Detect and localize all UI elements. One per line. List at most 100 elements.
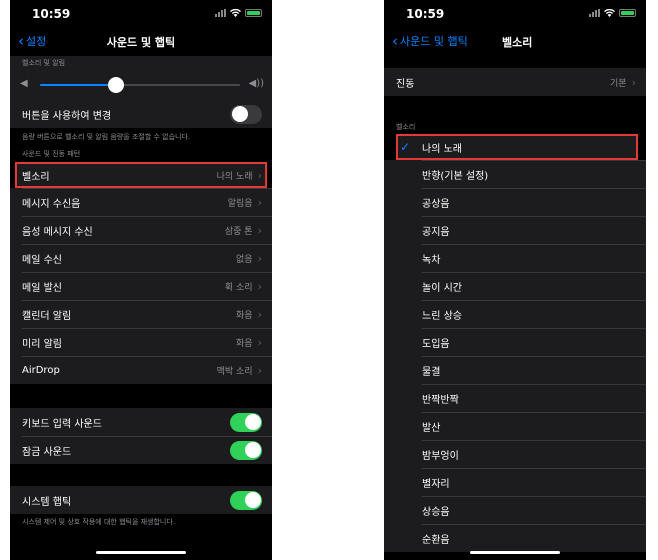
pattern-row-airdrop[interactable]: AirDrop 맥박 소리 › [10,356,272,384]
ringtone-label: 상승음 [422,506,450,518]
pattern-label: 미리 알림 [22,338,62,350]
ringtone-row[interactable]: 공지음 [384,216,646,244]
pattern-row-calendar[interactable]: 캘린더 알림 화음 › [10,300,272,328]
ringtone-row[interactable]: 밤부엉이 [384,440,646,468]
pattern-row-text-tone[interactable]: 메시지 수신음 알림음 › [10,188,272,216]
status-bar: 10:59 [10,0,272,28]
pattern-row-voicemail[interactable]: 음성 메시지 수신 삼중 톤 › [10,216,272,244]
pattern-row-new-mail[interactable]: 메일 수신 없음 › [10,244,272,272]
ringtone-row[interactable]: 도입음 [384,328,646,356]
keyboard-clicks-toggle[interactable] [230,412,262,432]
system-haptics-row: 시스템 햅틱 [10,486,272,514]
page-title: 벨소리 [502,36,533,49]
status-bar: 10:59 [384,0,646,28]
sound-haptics-screen: 10:59 ‹ 설정 사운드 및 햅틱 벨소리 및 알림 ◀ ◀)) 버튼을 사… [10,0,272,560]
pattern-label: 음성 메시지 수신 [22,226,93,238]
ringtone-row[interactable]: 순환음 [384,524,646,552]
ringtone-row[interactable]: 별자리 [384,468,646,496]
change-with-buttons-toggle[interactable] [230,104,262,124]
page-title: 사운드 및 햅틱 [106,36,176,49]
wifi-icon [230,9,241,17]
pattern-label: 메일 발신 [22,282,62,294]
ringtone-label: 느린 상승 [422,310,462,322]
pattern-value: 알림음 [227,198,253,209]
ringtone-row[interactable]: 반짝반짝 [384,384,646,412]
chevron-right-icon: › [257,279,262,293]
pattern-value: 없음 [236,254,253,265]
ringtone-label: 녹차 [422,254,441,266]
pattern-value: 삼중 톤 [224,226,253,237]
ringtone-label: 물결 [422,366,441,378]
ringtone-row[interactable]: 상승음 [384,496,646,524]
chevron-right-icon: › [257,307,262,321]
ringtone-label: 순환음 [422,534,450,546]
ringtone-row[interactable]: 녹차 [384,244,646,272]
keyboard-clicks-label: 키보드 입력 사운드 [22,418,102,430]
system-haptics-toggle[interactable] [230,490,262,510]
ringtone-label: 공상음 [422,198,450,210]
speaker-high-icon: ◀)) [248,78,265,89]
pattern-label: 메시지 수신음 [22,198,81,210]
pattern-label: 캘린더 알림 [22,310,72,322]
ringtone-row[interactable]: 공상음 [384,188,646,216]
ringtone-screen: 10:59 ‹ 사운드 및 햅틱 벨소리 진동 기본 › 벨소리 ✓ 나의 노래 반… [384,0,646,560]
pattern-label: 벨소리 [22,171,50,183]
keyboard-clicks-row: 키보드 입력 사운드 [10,408,272,436]
ringtone-label: 반짝반짝 [422,394,459,406]
wifi-icon [604,9,615,17]
ringtone-label: 도입음 [422,338,450,350]
ringtone-list: ✓ 나의 노래반향(기본 설정) 공상음공지음녹차놀이 시간느린 상승도입음물결반짝… [384,134,646,552]
change-with-buttons-row: 버튼을 사용하여 변경 [10,100,272,128]
cellular-signal-icon [215,9,226,17]
checkmark-icon: ✓ [400,140,411,154]
ringtone-label: 별자리 [422,478,450,490]
ringtone-row[interactable]: 반향(기본 설정) [384,160,646,188]
battery-icon [619,9,636,17]
pattern-value: 맥박 소리 [216,366,253,377]
battery-icon [245,9,262,17]
pattern-value: 화음 [236,338,253,349]
lock-sound-row: 잠금 사운드 [10,436,272,464]
chevron-right-icon: › [257,195,262,209]
chevron-left-icon: ‹ [392,32,398,50]
chevron-right-icon: › [257,223,262,237]
home-indicator[interactable] [96,551,186,554]
section-header-ringtones: 벨소리 [396,123,416,131]
pattern-label: 메일 수신 [22,254,62,266]
ringtone-label: 반향(기본 설정) [422,170,489,182]
lock-sound-toggle[interactable] [230,440,262,460]
chevron-right-icon: › [631,75,636,89]
lock-sound-label: 잠금 사운드 [22,446,72,458]
section-header-ringer: 벨소리 및 알림 [10,56,272,70]
status-icons [589,9,636,17]
vibration-row[interactable]: 진동 기본 › [384,68,646,96]
chevron-right-icon: › [257,168,262,182]
ringtone-label: 발산 [422,422,441,434]
change-with-buttons-label: 버튼을 사용하여 변경 [22,110,112,122]
ringtone-row[interactable]: 놀이 시간 [384,272,646,300]
system-haptics-footer: 시스템 제어 및 상호 작용에 대한 햅틱을 재생합니다. [22,518,176,526]
nav-bar: ‹ 설정 사운드 및 햅틱 [10,28,272,56]
pattern-label: AirDrop [22,364,60,376]
pattern-row-ringtone[interactable]: 벨소리 나의 노래 › [15,162,267,188]
home-indicator[interactable] [470,551,560,554]
ringtone-row[interactable]: 발산 [384,412,646,440]
speaker-low-icon: ◀ [20,78,28,89]
chevron-right-icon: › [257,335,262,349]
ringtone-row[interactable]: 물결 [384,356,646,384]
pattern-value: 나의 노래 [216,171,253,182]
volume-slider[interactable] [40,77,240,93]
section-header-patterns: 사운드 및 진동 패턴 [22,150,81,158]
vibration-value: 기본 [610,78,627,89]
volume-slider-thumb[interactable] [108,77,124,93]
pattern-row-reminder[interactable]: 미리 알림 화음 › [10,328,272,356]
ringtone-row[interactable]: ✓ 나의 노래 [396,134,638,160]
volume-slider-row: ◀ ◀)) [10,70,272,100]
vibration-label: 진동 [396,78,415,90]
patterns-list: 벨소리 나의 노래 › 메시지 수신음 알림음 › 음성 메시지 수신 삼중 톤… [10,162,272,384]
pattern-row-sent-mail[interactable]: 메일 발신 휙 소리 › [10,272,272,300]
ringtone-label: 밤부엉이 [422,450,459,462]
status-time: 10:59 [406,7,445,21]
status-icons [215,9,262,17]
ringtone-row[interactable]: 느린 상승 [384,300,646,328]
